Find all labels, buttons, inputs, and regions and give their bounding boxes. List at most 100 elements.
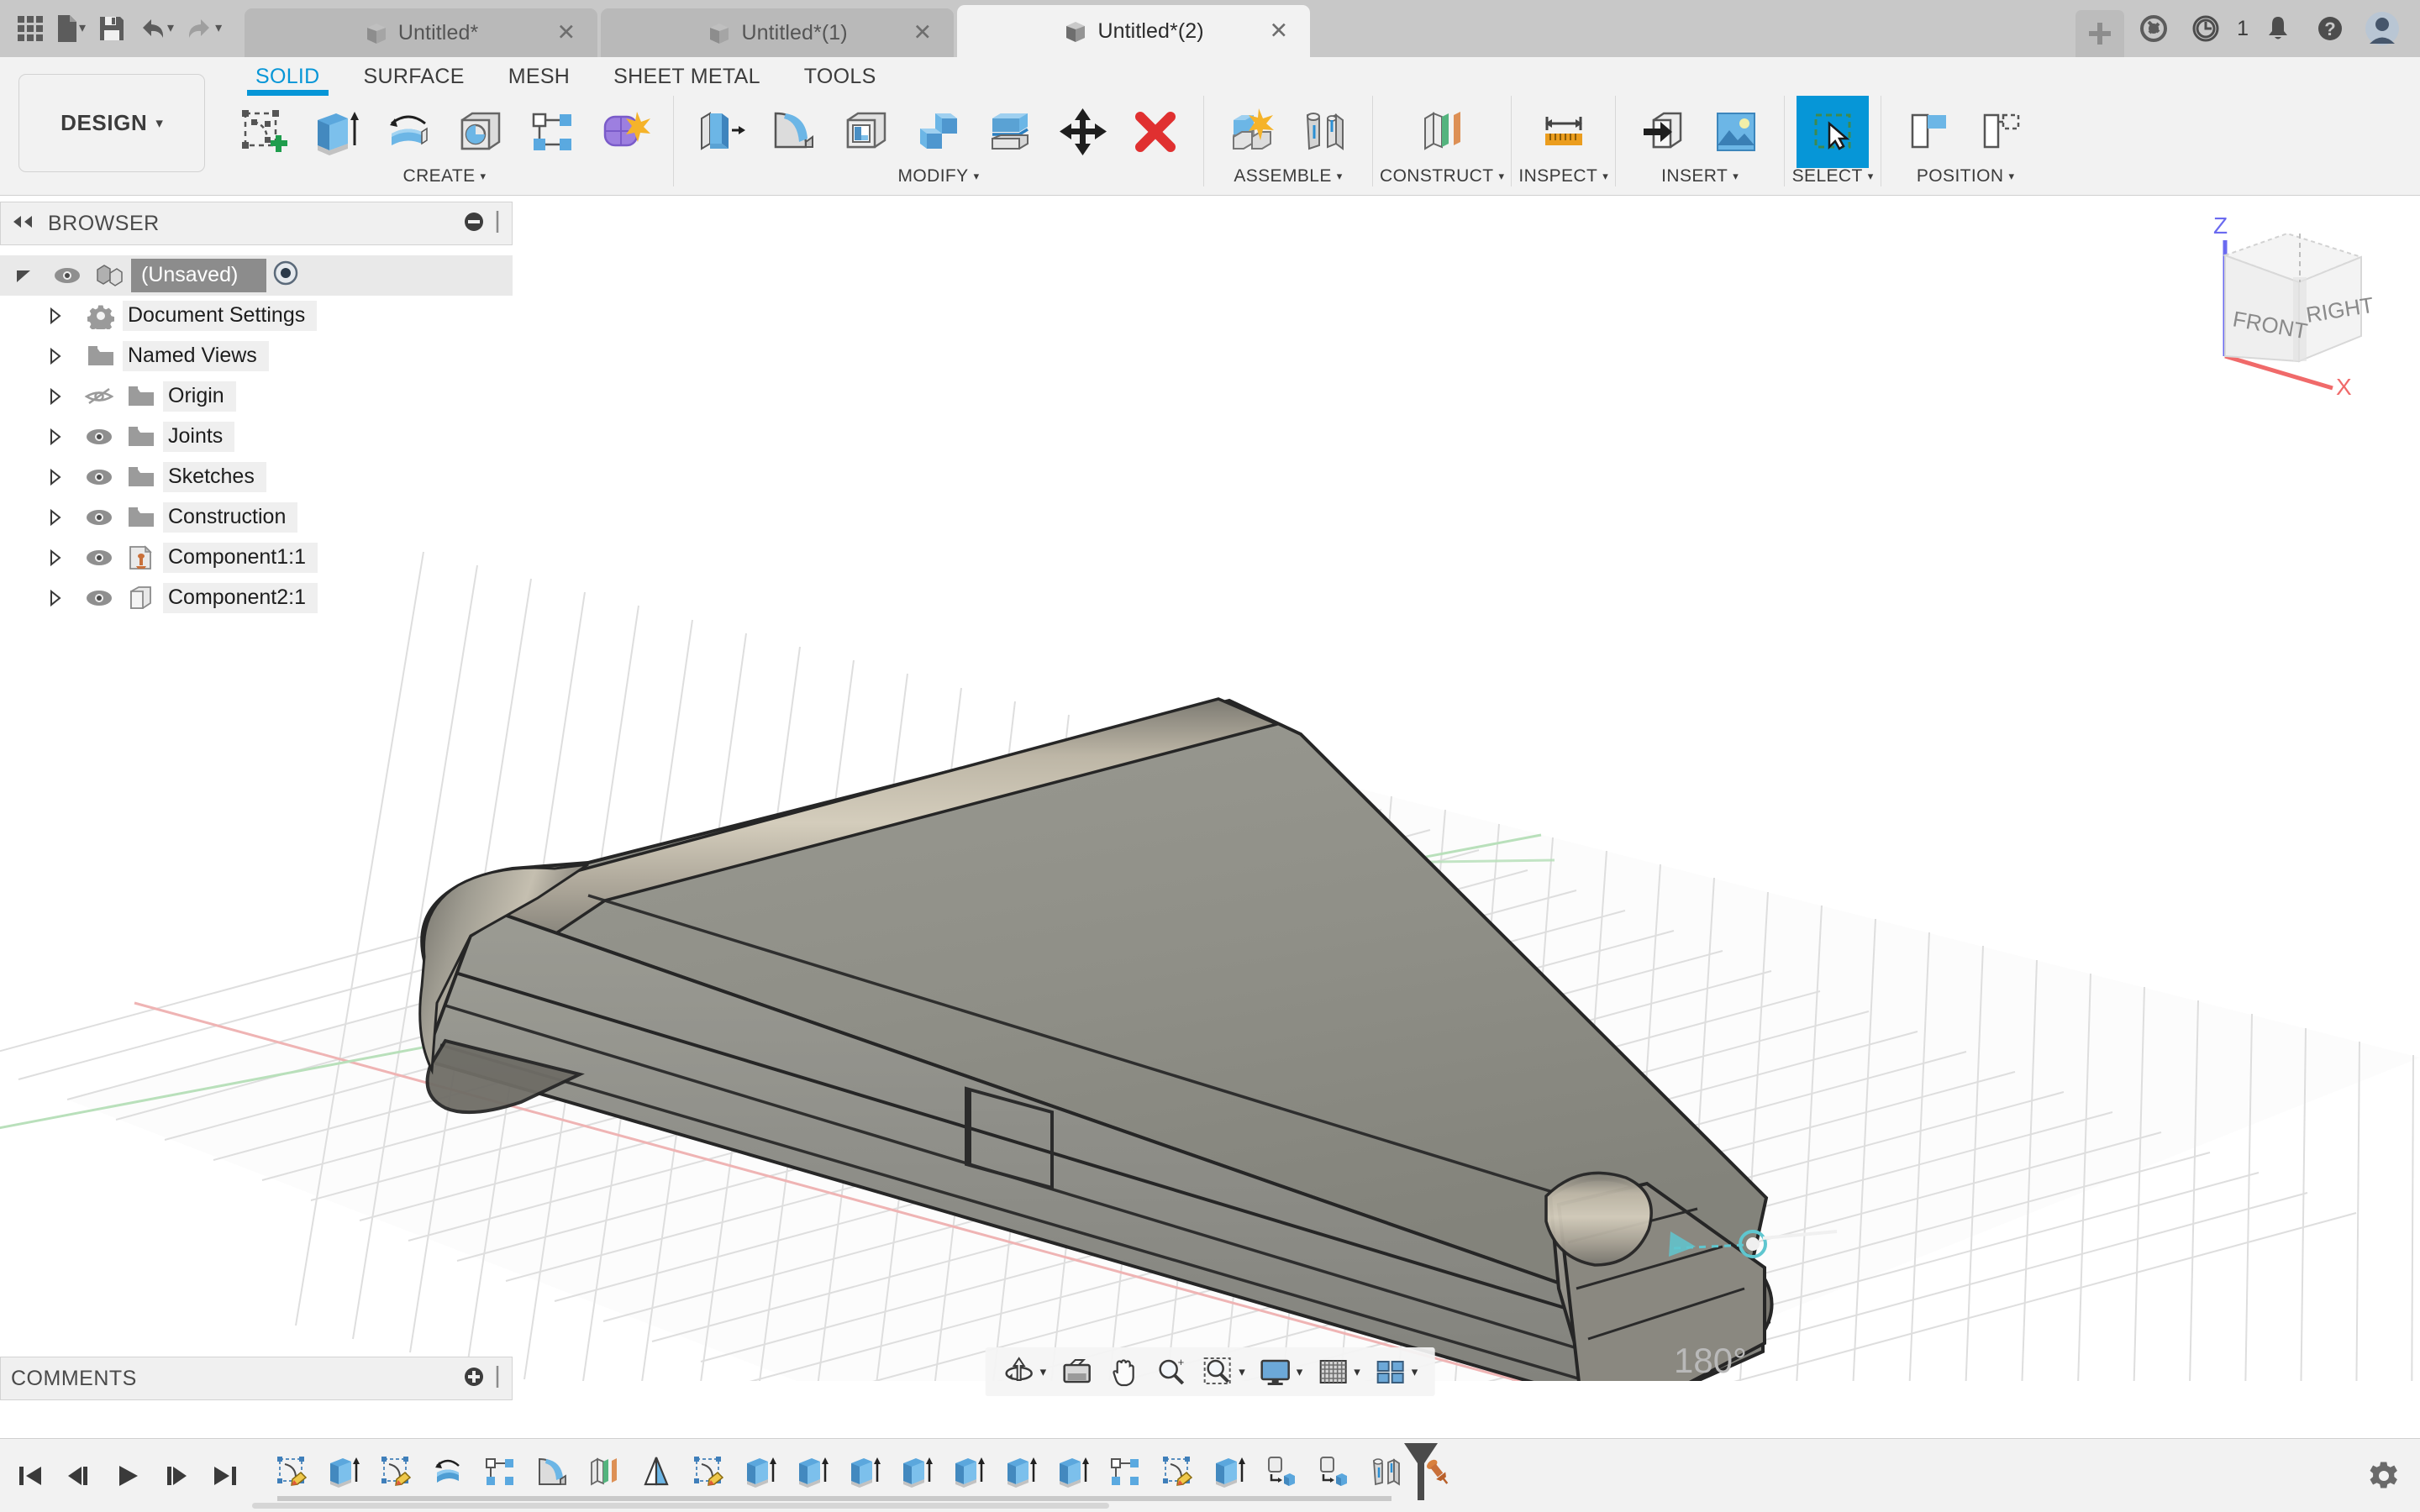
display-settings-icon[interactable]: ▾ bbox=[1254, 1350, 1308, 1394]
notification-bell-icon[interactable] bbox=[2255, 6, 2301, 51]
pan-icon[interactable] bbox=[1102, 1350, 1145, 1394]
ribbon-group-select-label[interactable]: SELECT ▾ bbox=[1792, 166, 1874, 186]
chevron-down-icon[interactable]: ▾ bbox=[1239, 1364, 1245, 1379]
help-icon[interactable]: ? bbox=[2307, 6, 2353, 51]
timeline-settings-icon[interactable] bbox=[2366, 1458, 2420, 1494]
document-tab-1[interactable]: Untitled*(1) ✕ bbox=[601, 8, 954, 57]
viewports-icon[interactable]: ▾ bbox=[1369, 1350, 1423, 1394]
fillet-icon[interactable] bbox=[758, 96, 830, 168]
timeline-track[interactable] bbox=[277, 1496, 1392, 1501]
tree-item-joints[interactable]: Joints bbox=[0, 417, 513, 457]
press-pull-icon[interactable] bbox=[686, 96, 758, 168]
visibility-eye-icon[interactable] bbox=[79, 428, 119, 446]
revolve-icon[interactable] bbox=[372, 96, 445, 168]
undo-caret[interactable]: ▾ bbox=[167, 22, 174, 35]
timeline-feature-extrude[interactable] bbox=[891, 1447, 943, 1496]
collapse-panel-icon[interactable] bbox=[11, 214, 34, 234]
timeline-marker[interactable] bbox=[1402, 1441, 1440, 1506]
step-forward-icon[interactable] bbox=[158, 1455, 195, 1497]
user-avatar[interactable] bbox=[2360, 6, 2405, 51]
visibility-eye-icon[interactable] bbox=[79, 589, 119, 607]
pattern-icon[interactable] bbox=[517, 96, 589, 168]
grid-snaps-icon[interactable]: ▾ bbox=[1311, 1350, 1365, 1394]
insert-derive-icon[interactable] bbox=[1628, 96, 1700, 168]
new-file-icon[interactable]: ▾ bbox=[52, 8, 90, 50]
chevron-down-icon[interactable]: ▾ bbox=[1040, 1364, 1047, 1379]
tree-item-sketches[interactable]: Sketches bbox=[0, 457, 513, 497]
timeline-feature-sketch[interactable] bbox=[266, 1447, 318, 1496]
zoom-window-icon[interactable]: ▾ bbox=[1196, 1350, 1250, 1394]
delete-icon[interactable] bbox=[1119, 96, 1192, 168]
ribbon-group-construct-label[interactable]: CONSTRUCT ▾ bbox=[1380, 166, 1504, 186]
expand-triangle-icon[interactable] bbox=[32, 307, 79, 325]
timeline-feature-extrude[interactable] bbox=[786, 1447, 839, 1496]
timeline-feature-revolve[interactable] bbox=[422, 1447, 474, 1496]
browser-resize-handle[interactable] bbox=[493, 209, 502, 239]
tab-sheet-metal[interactable]: SHEET METAL bbox=[592, 57, 782, 96]
ribbon-group-inspect-label[interactable]: INSPECT ▾ bbox=[1518, 166, 1608, 186]
zoom-icon[interactable]: + bbox=[1149, 1350, 1192, 1394]
job-status-clock-icon[interactable] bbox=[2183, 6, 2228, 51]
tree-item-unsaved[interactable]: (Unsaved) bbox=[0, 255, 513, 296]
document-tab-close-icon[interactable]: ✕ bbox=[913, 22, 932, 45]
grid-apps-icon[interactable] bbox=[12, 8, 49, 50]
expand-triangle-icon[interactable] bbox=[32, 468, 79, 486]
tree-item-origin[interactable]: Origin bbox=[0, 376, 513, 417]
timeline-feature-pattern[interactable] bbox=[1099, 1447, 1151, 1496]
tab-solid[interactable]: SOLID bbox=[234, 57, 342, 96]
extrude-icon[interactable] bbox=[300, 96, 372, 168]
chevron-down-icon[interactable]: ▾ bbox=[1412, 1364, 1418, 1379]
timeline-feature-extrude[interactable] bbox=[839, 1447, 891, 1496]
joint-icon[interactable] bbox=[1288, 96, 1360, 168]
look-at-icon[interactable] bbox=[1055, 1350, 1098, 1394]
offset-face-icon[interactable] bbox=[975, 96, 1047, 168]
timeline-scrollbar[interactable] bbox=[252, 1503, 1109, 1509]
save-icon[interactable] bbox=[93, 8, 130, 50]
move-copy-icon[interactable] bbox=[1047, 96, 1119, 168]
tree-item-construction[interactable]: Construction bbox=[0, 497, 513, 538]
offset-plane-icon[interactable] bbox=[1406, 96, 1478, 168]
document-tab-0[interactable]: Untitled* ✕ bbox=[245, 8, 597, 57]
tab-tools[interactable]: TOOLS bbox=[782, 57, 898, 96]
chevron-down-icon[interactable]: ▾ bbox=[1354, 1364, 1360, 1379]
insert-canvas-icon[interactable] bbox=[1700, 96, 1772, 168]
visibility-eye-icon[interactable] bbox=[47, 266, 87, 285]
new-tab-button[interactable] bbox=[2075, 10, 2124, 57]
ribbon-group-assemble-label[interactable]: ASSEMBLE ▾ bbox=[1234, 166, 1342, 186]
ribbon-group-modify-label[interactable]: MODIFY ▾ bbox=[898, 166, 980, 186]
redo-icon[interactable]: ▾ bbox=[182, 8, 226, 50]
visibility-eye-icon[interactable] bbox=[79, 508, 119, 527]
redo-caret[interactable]: ▾ bbox=[215, 22, 222, 35]
document-tab-close-icon[interactable]: ✕ bbox=[1269, 20, 1288, 43]
tree-item-document-settings[interactable]: Document Settings bbox=[0, 296, 513, 336]
orbit-icon[interactable]: ▾ bbox=[997, 1350, 1052, 1394]
tree-item-named-views[interactable]: Named Views bbox=[0, 336, 513, 376]
new-file-caret[interactable]: ▾ bbox=[79, 22, 86, 35]
shell-icon[interactable] bbox=[830, 96, 902, 168]
workspace-switcher-button[interactable]: DESIGN ▾ bbox=[18, 74, 205, 172]
expand-triangle-icon[interactable] bbox=[32, 347, 79, 365]
view-cube[interactable]: Z X FRONT RIGHT bbox=[2176, 205, 2395, 398]
timeline-feature-extrude[interactable] bbox=[1203, 1447, 1255, 1496]
timeline-feature-pattern[interactable] bbox=[474, 1447, 526, 1496]
hole-icon[interactable] bbox=[445, 96, 517, 168]
document-tab-close-icon[interactable]: ✕ bbox=[556, 22, 576, 45]
ribbon-group-insert-label[interactable]: INSERT ▾ bbox=[1661, 166, 1739, 186]
create-form-icon[interactable] bbox=[589, 96, 661, 168]
distribute-icon[interactable] bbox=[1965, 96, 2038, 168]
tab-mesh[interactable]: MESH bbox=[487, 57, 592, 96]
expand-triangle-icon[interactable] bbox=[32, 508, 79, 527]
create-sketch-icon[interactable] bbox=[228, 96, 300, 168]
ribbon-group-position-label[interactable]: POSITION ▾ bbox=[1917, 166, 2014, 186]
comments-resize-handle[interactable] bbox=[493, 1364, 502, 1394]
ribbon-group-create-label[interactable]: CREATE ▾ bbox=[403, 166, 487, 186]
expand-triangle-icon[interactable] bbox=[32, 549, 79, 567]
tree-item-component2[interactable]: Component2:1 bbox=[0, 578, 513, 618]
play-icon[interactable] bbox=[109, 1455, 146, 1497]
measure-icon[interactable] bbox=[1528, 96, 1600, 168]
timeline-feature-plane[interactable] bbox=[578, 1447, 630, 1496]
timeline-feature-sketch[interactable] bbox=[370, 1447, 422, 1496]
timeline-feature-fillet[interactable] bbox=[526, 1447, 578, 1496]
go-to-beginning-icon[interactable] bbox=[12, 1455, 49, 1497]
go-to-end-icon[interactable] bbox=[207, 1455, 244, 1497]
